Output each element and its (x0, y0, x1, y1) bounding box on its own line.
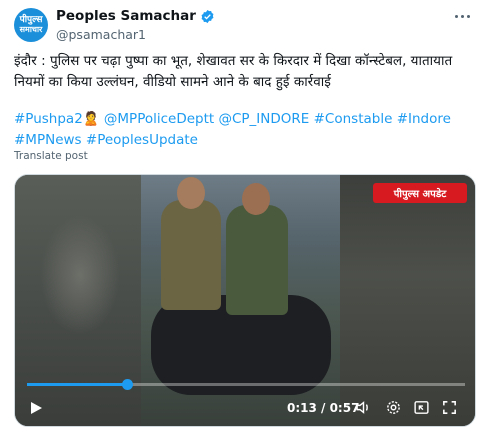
rider-back (226, 205, 288, 315)
verified-badge-icon (201, 9, 214, 23)
rider-front (161, 200, 221, 310)
video-blur-right (340, 175, 475, 426)
video-progress-handle[interactable] (121, 379, 133, 390)
video-frame (141, 175, 346, 426)
video-progress-fill (27, 383, 127, 386)
author-handle[interactable]: @psamachar1 (56, 27, 146, 42)
translate-post-link[interactable]: Translate post (14, 150, 88, 162)
brand-badge: पीपुल्स अपडेट (373, 183, 467, 203)
fullscreen-icon[interactable] (441, 399, 458, 416)
avatar-text-line1: पीपुल्स (19, 15, 43, 25)
hashtag-mpnews[interactable]: #MPNews (14, 132, 82, 148)
hashtag-peoplesupdate[interactable]: #PeoplesUpdate (82, 132, 198, 148)
avatar-text-line2: समाचार (19, 25, 43, 34)
person-emoji: 🙎 (82, 111, 100, 127)
rider-front-head (177, 177, 205, 209)
gear-icon[interactable] (385, 399, 402, 416)
picture-in-picture-icon[interactable] (413, 399, 430, 416)
hashtag-pushpa2[interactable]: #Pushpa2 (14, 111, 83, 127)
mention-mppolicedeptt[interactable]: @MPPoliceDeptt (100, 111, 214, 127)
rider-back-head (242, 183, 270, 215)
hashtag-line: #Pushpa2🙎 @MPPoliceDeptt @CP_INDORE #Con… (14, 109, 476, 151)
video-player[interactable]: पीपुल्स अपडेट 0:13 / 0:57 (14, 174, 476, 427)
play-icon[interactable] (29, 401, 43, 415)
hashtag-constable[interactable]: #Constable (309, 111, 393, 127)
avatar[interactable]: पीपुल्स समाचार (14, 8, 48, 42)
video-progress-bar[interactable] (27, 379, 465, 390)
mention-cp-indore[interactable]: @CP_INDORE (214, 111, 309, 127)
hashtag-indore[interactable]: #Indore (392, 111, 451, 127)
author-name-row: Peoples Samachar (56, 8, 215, 24)
video-time: 0:13 / 0:57 (287, 401, 360, 415)
display-name[interactable]: Peoples Samachar (56, 8, 196, 24)
more-icon[interactable] (452, 8, 472, 24)
tweet-text: इंदौर : पुलिस पर चढ़ा पुष्पा का भूत, शेख… (14, 53, 453, 90)
volume-icon[interactable] (355, 399, 372, 416)
